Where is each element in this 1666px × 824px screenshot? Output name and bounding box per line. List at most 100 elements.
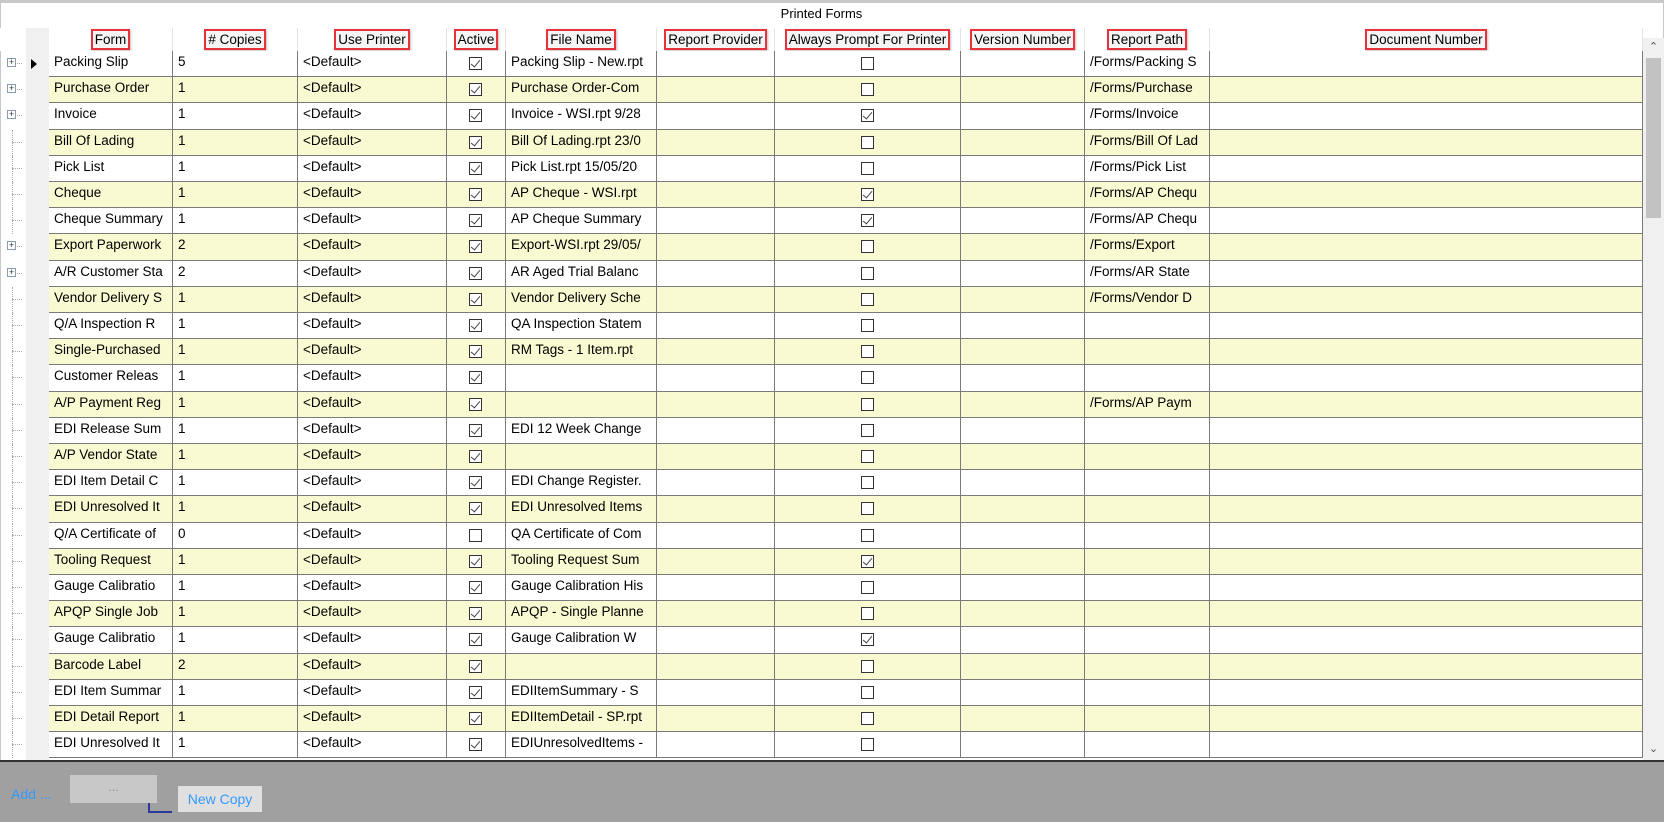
cell-version-number[interactable] bbox=[961, 182, 1085, 209]
table-row[interactable]: EDI Release Sum 1 <Default> EDI 12 Week Cha… bbox=[0, 417, 1643, 444]
cell-document-number[interactable] bbox=[1210, 286, 1643, 313]
cell-report-path[interactable] bbox=[1085, 365, 1210, 392]
cell-copies[interactable]: 1 bbox=[173, 732, 298, 759]
cell-report-path[interactable] bbox=[1085, 496, 1210, 523]
table-row[interactable]: + Packing Slip 5 <Default> Packing Slip - Ne… bbox=[0, 51, 1643, 78]
cell-report-path[interactable] bbox=[1085, 732, 1210, 759]
cell-version-number[interactable] bbox=[961, 417, 1085, 444]
cell-form[interactable]: Vendor Delivery S bbox=[49, 286, 173, 313]
active-checkbox[interactable] bbox=[469, 528, 482, 542]
active-checkbox[interactable] bbox=[469, 633, 482, 647]
always-prompt-checkbox[interactable] bbox=[860, 240, 874, 254]
cell-document-number[interactable] bbox=[1210, 208, 1643, 235]
cell-copies[interactable]: 1 bbox=[173, 706, 298, 733]
always-prompt-checkbox[interactable] bbox=[860, 135, 874, 149]
cell-document-number[interactable] bbox=[1210, 706, 1643, 733]
cell-report-path[interactable]: /Forms/Vendor D bbox=[1085, 286, 1210, 313]
cell-file-name[interactable]: Vendor Delivery Sche bbox=[506, 286, 657, 313]
cell-copies[interactable]: 1 bbox=[173, 575, 298, 602]
active-checkbox[interactable] bbox=[469, 581, 482, 594]
active-checkbox[interactable] bbox=[469, 345, 482, 359]
cell-form[interactable]: EDI Unresolved It bbox=[49, 496, 173, 523]
cell-report-provider[interactable] bbox=[657, 313, 775, 340]
cell-file-name[interactable]: EDI 12 Week Change bbox=[506, 417, 657, 444]
column-header-always-prompt[interactable]: Always Prompt For Printer bbox=[775, 28, 961, 51]
table-row[interactable]: EDI Unresolved It 1 <Default> EDI Unresolve… bbox=[0, 496, 1643, 523]
cell-version-number[interactable] bbox=[961, 51, 1085, 78]
always-prompt-checkbox[interactable] bbox=[860, 738, 874, 752]
cell-form[interactable]: Barcode Label bbox=[49, 653, 173, 680]
cell-version-number[interactable] bbox=[961, 522, 1085, 549]
cell-version-number[interactable] bbox=[961, 496, 1085, 523]
table-row[interactable]: Cheque 1 <Default> AP Cheque - WSI.rpt/Form… bbox=[0, 182, 1643, 209]
cell-version-number[interactable] bbox=[961, 601, 1085, 628]
active-checkbox[interactable] bbox=[469, 371, 482, 385]
always-prompt-checkbox[interactable] bbox=[860, 188, 874, 201]
cell-document-number[interactable] bbox=[1210, 522, 1643, 549]
cell-form[interactable]: Q/A Certificate of bbox=[49, 522, 173, 549]
cell-report-path[interactable]: /Forms/Purchase bbox=[1085, 77, 1210, 104]
cell-document-number[interactable] bbox=[1210, 470, 1643, 497]
ellipsis-button[interactable]: ... bbox=[70, 775, 157, 803]
cell-document-number[interactable] bbox=[1210, 679, 1643, 706]
cell-copies[interactable]: 1 bbox=[173, 313, 298, 340]
cell-form[interactable]: A/P Vendor State bbox=[49, 444, 173, 471]
always-prompt-checkbox[interactable] bbox=[860, 633, 874, 647]
always-prompt-checkbox[interactable] bbox=[860, 476, 874, 490]
table-row[interactable]: Tooling Request 1 <Default> Tooling Request… bbox=[0, 548, 1643, 575]
cell-form[interactable]: A/R Customer Sta bbox=[49, 260, 173, 287]
cell-report-path[interactable] bbox=[1085, 417, 1210, 444]
column-header-use-printer[interactable]: Use Printer bbox=[298, 28, 447, 51]
cell-version-number[interactable] bbox=[961, 391, 1085, 418]
cell-report-path[interactable]: /Forms/Export bbox=[1085, 234, 1210, 261]
always-prompt-checkbox[interactable] bbox=[860, 712, 874, 725]
table-row[interactable]: Pick List 1 <Default> Pick List.rpt 15/05/2… bbox=[0, 155, 1643, 182]
cell-report-provider[interactable] bbox=[657, 365, 775, 392]
cell-file-name[interactable]: Export-WSI.rpt 29/05/ bbox=[506, 234, 657, 261]
cell-file-name[interactable]: EDI Unresolved Items bbox=[506, 496, 657, 523]
cell-form[interactable]: EDI Item Summar bbox=[49, 679, 173, 706]
always-prompt-checkbox[interactable] bbox=[860, 345, 874, 359]
cell-use-printer[interactable]: <Default> bbox=[298, 260, 447, 287]
active-checkbox[interactable] bbox=[469, 712, 482, 725]
cell-use-printer[interactable]: <Default> bbox=[298, 129, 447, 156]
cell-use-printer[interactable]: <Default> bbox=[298, 496, 447, 523]
active-checkbox[interactable] bbox=[469, 161, 482, 175]
add-link[interactable]: Add ... bbox=[11, 786, 51, 802]
cell-use-printer[interactable]: <Default> bbox=[298, 313, 447, 340]
cell-version-number[interactable] bbox=[961, 77, 1085, 104]
cell-file-name[interactable]: AR Aged Trial Balanc bbox=[506, 260, 657, 287]
cell-copies[interactable]: 1 bbox=[173, 417, 298, 444]
table-row[interactable]: + Export Paperwork 2 <Default> Export-WSI.rp… bbox=[0, 234, 1643, 261]
cell-version-number[interactable] bbox=[961, 208, 1085, 235]
cell-form[interactable]: Purchase Order bbox=[49, 77, 173, 104]
cell-version-number[interactable] bbox=[961, 679, 1085, 706]
cell-document-number[interactable] bbox=[1210, 548, 1643, 575]
cell-report-path[interactable] bbox=[1085, 601, 1210, 628]
active-checkbox[interactable] bbox=[469, 397, 482, 411]
cell-use-printer[interactable]: <Default> bbox=[298, 365, 447, 392]
always-prompt-checkbox[interactable] bbox=[860, 685, 874, 699]
active-checkbox[interactable] bbox=[469, 685, 482, 699]
cell-form[interactable]: EDI Detail Report bbox=[49, 706, 173, 733]
cell-report-provider[interactable] bbox=[657, 732, 775, 759]
expand-plus-icon[interactable]: + bbox=[7, 241, 16, 251]
table-row[interactable]: Single-Purchased 1 <Default> RM Tags - 1 It… bbox=[0, 339, 1643, 366]
always-prompt-checkbox[interactable] bbox=[860, 109, 874, 123]
cell-report-provider[interactable] bbox=[657, 391, 775, 418]
cell-form[interactable]: Invoice bbox=[49, 103, 173, 130]
cell-version-number[interactable] bbox=[961, 339, 1085, 366]
active-checkbox[interactable] bbox=[469, 83, 482, 97]
cell-report-path[interactable]: /Forms/AP Paym bbox=[1085, 391, 1210, 418]
cell-use-printer[interactable]: <Default> bbox=[298, 653, 447, 680]
always-prompt-checkbox[interactable] bbox=[860, 423, 874, 437]
cell-use-printer[interactable]: <Default> bbox=[298, 444, 447, 471]
always-prompt-checkbox[interactable] bbox=[860, 581, 874, 594]
table-row[interactable]: Q/A Inspection R 1 <Default> QA Inspection … bbox=[0, 313, 1643, 340]
cell-document-number[interactable] bbox=[1210, 575, 1643, 602]
active-checkbox[interactable] bbox=[469, 188, 482, 201]
cell-use-printer[interactable]: <Default> bbox=[298, 601, 447, 628]
cell-use-printer[interactable]: <Default> bbox=[298, 51, 447, 78]
always-prompt-checkbox[interactable] bbox=[860, 83, 874, 97]
cell-use-printer[interactable]: <Default> bbox=[298, 575, 447, 602]
